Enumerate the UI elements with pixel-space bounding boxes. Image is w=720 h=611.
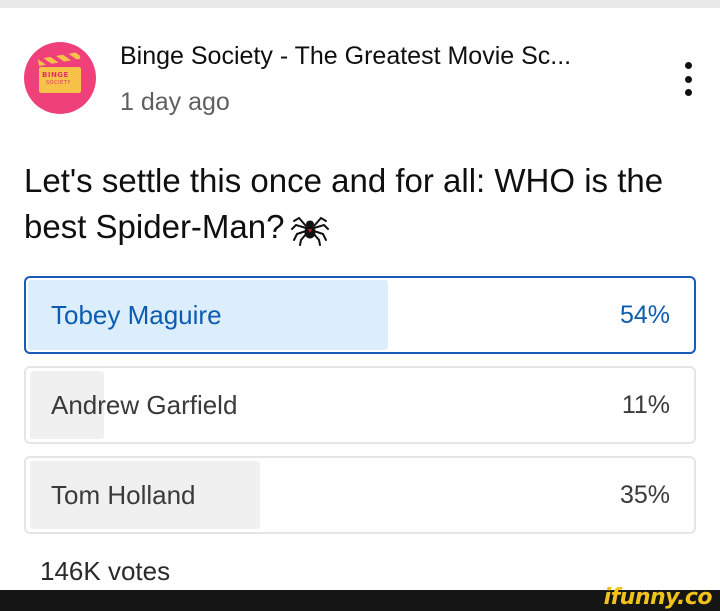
poll-option-percent: 54% [619,300,670,329]
more-menu-button[interactable] [674,58,702,100]
poll-option[interactable]: Tobey Maguire 54% [24,276,696,354]
poll-option-percent: 11% [621,390,670,419]
spider-icon [291,216,330,247]
poll-option-label: Tobey Maguire [51,299,222,330]
vote-count: 146K votes [40,556,171,586]
more-vert-icon [684,62,692,69]
top-divider [0,0,720,8]
question-text: Let's settle this once and for all: WHO … [24,162,664,245]
avatar-text-top: BINGE [42,71,69,79]
channel-name[interactable]: Binge Society - The Greatest Movie Sc... [120,42,571,71]
poll-question: Let's settle this once and for all: WHO … [24,158,694,250]
post-time: 1 day ago [120,88,230,116]
channel-avatar[interactable]: BINGE SOCIETY [24,42,96,114]
poll-option-label: Andrew Garfield [51,389,238,420]
clapperboard-icon [37,51,81,66]
poll-option[interactable]: Tom Holland 35% [24,456,696,534]
poll-option[interactable]: Andrew Garfield 11% [24,366,696,444]
ifunny-watermark: ifunny.co [603,585,713,610]
poll-option-percent: 35% [619,480,670,509]
watermark-bar: ifunny.co [0,585,720,611]
avatar-text-bottom: SOCIETY [46,80,71,86]
poll-option-label: Tom Holland [51,479,196,510]
